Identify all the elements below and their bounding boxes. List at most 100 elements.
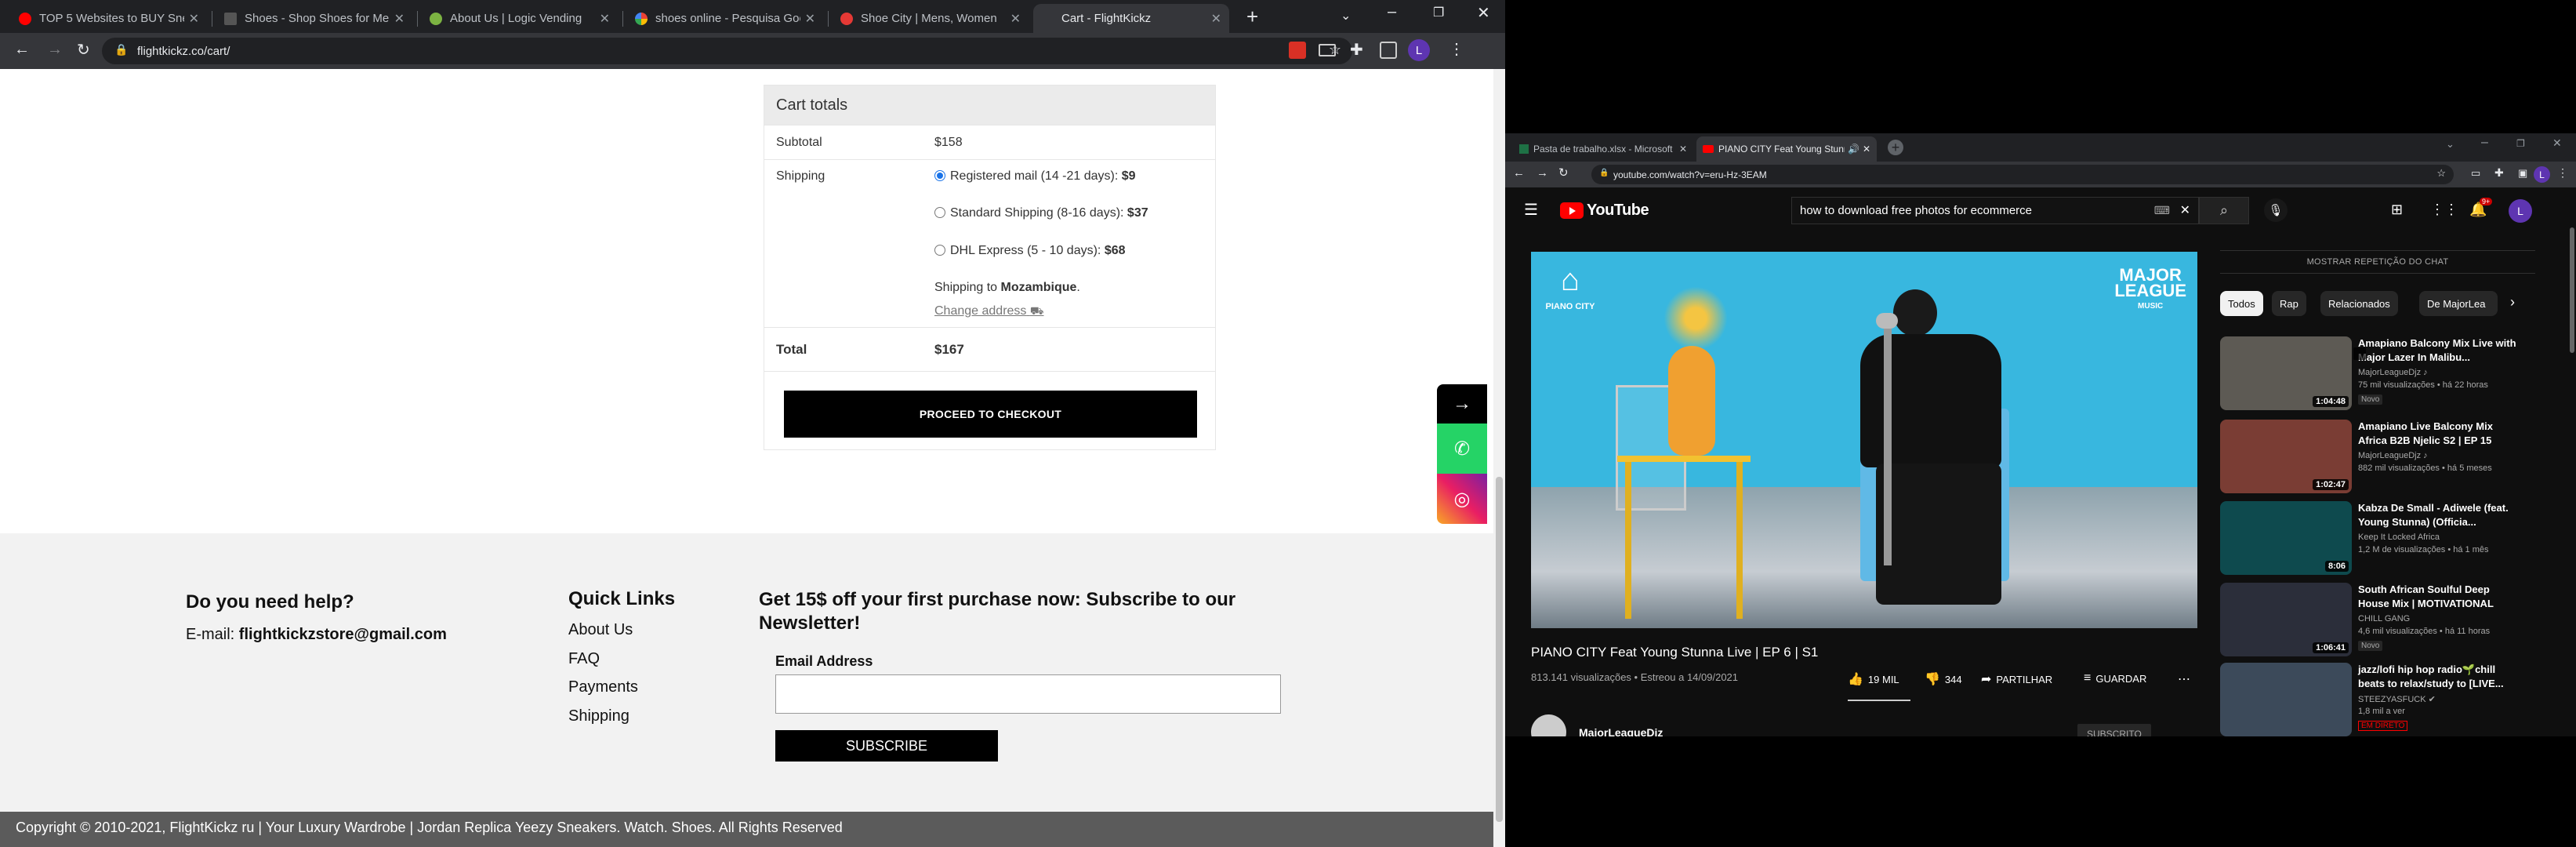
extensions-puzzle-icon[interactable]: ✚ <box>2494 166 2504 180</box>
video-player[interactable]: ⌂ PIANO CITY MAJOR LEAGUE MUSIC <box>1531 252 2197 628</box>
new-tab-button[interactable]: + <box>1888 140 1903 155</box>
media-icon[interactable]: ▣ <box>2518 167 2527 180</box>
recommendation-title[interactable]: Amapiano Live Balcony Mix Africa B2B Nje… <box>2358 420 2523 448</box>
video-thumbnail[interactable]: 1:04:48 <box>2220 336 2352 410</box>
whatsapp-icon[interactable]: ✆ <box>1437 424 1487 474</box>
youtube-logo[interactable]: YouTube <box>1560 202 1649 220</box>
extensions-puzzle-icon[interactable]: ✚ <box>1350 40 1363 60</box>
shipping-option-standard[interactable]: Standard Shipping (8-16 days): $37 <box>934 206 1148 220</box>
close-tab-icon[interactable]: ✕ <box>805 11 815 27</box>
newsletter-email-input[interactable] <box>775 674 1281 714</box>
close-tab-icon[interactable]: ✕ <box>600 11 610 27</box>
recommendation-title[interactable]: Amapiano Balcony Mix Live with Major Laz… <box>2358 336 2523 365</box>
recommendation-item[interactable]: 1:04:48 Amapiano Balcony Mix Live with M… <box>2220 336 2549 415</box>
tab-search-chevron-icon[interactable]: ⌄ <box>1341 8 1351 24</box>
forward-icon[interactable]: → <box>47 41 63 59</box>
menu-kebab-icon[interactable]: ⋮ <box>2557 166 2568 180</box>
minimize-icon[interactable]: – <box>1388 3 1396 21</box>
footer-link-shipping[interactable]: Shipping <box>568 707 629 725</box>
close-tab-icon[interactable]: ✕ <box>1863 144 1870 154</box>
recommendation-channel[interactable]: MajorLeagueDjz ♪ <box>2358 451 2428 460</box>
tab-cart-flightkickz[interactable]: Cart - FlightKickz ✕ <box>1033 4 1229 33</box>
restore-icon[interactable]: ❐ <box>2516 138 2525 149</box>
chip-all[interactable]: Todos <box>2220 291 2263 316</box>
more-actions-icon[interactable]: ⋯ <box>2178 671 2190 687</box>
video-thumbnail[interactable]: 1:06:41 <box>2220 583 2352 656</box>
proceed-to-checkout-button[interactable]: PROCEED TO CHECKOUT <box>784 391 1197 438</box>
recommendation-channel[interactable]: Keep It Locked Africa <box>2358 533 2440 542</box>
footer-link-payments[interactable]: Payments <box>568 678 638 696</box>
footer-link-about[interactable]: About Us <box>568 621 633 639</box>
share-button[interactable]: ➦ PARTILHAR <box>1981 671 2052 687</box>
page-scrollbar[interactable] <box>1493 69 1505 847</box>
recommendation-title[interactable]: Kabza De Small - Adiwele (feat. Young St… <box>2358 501 2523 529</box>
video-thumbnail[interactable]: 1:02:47 <box>2220 420 2352 493</box>
footer-link-faq[interactable]: FAQ <box>568 650 600 668</box>
recommendation-channel[interactable]: STEEZYASFUCK ✔ <box>2358 694 2436 704</box>
apps-grid-icon[interactable]: ⋮⋮ <box>2430 202 2458 218</box>
page-scrollbar[interactable] <box>2570 227 2574 353</box>
shipping-option-dhl[interactable]: DHL Express (5 - 10 days): $68 <box>934 244 1126 258</box>
recommendation-item[interactable]: jazz/lofi hip hop radio🌱chill beats to r… <box>2220 663 2549 736</box>
reload-icon[interactable]: ↻ <box>77 40 90 60</box>
like-button[interactable]: 👍 19 MIL <box>1848 671 1899 687</box>
clear-search-icon[interactable]: ✕ <box>2180 202 2190 218</box>
scrollbar-thumb[interactable] <box>1496 477 1503 822</box>
tab-youtube-video[interactable]: PIANO CITY Feat Young Stunn 🔊 ✕ <box>1696 136 1877 162</box>
recommendation-title[interactable]: jazz/lofi hip hop radio🌱chill beats to r… <box>2358 663 2523 691</box>
dislike-button[interactable]: 👎 344 <box>1925 671 1962 687</box>
email-link[interactable]: flightkickzstore@gmail.com <box>239 626 447 643</box>
restore-icon[interactable]: ❐ <box>1433 5 1444 20</box>
subscribe-button[interactable]: SUBSCRIBE <box>775 730 998 762</box>
search-input[interactable]: how to download free photos for ecommerc… <box>1791 197 2199 224</box>
new-tab-button[interactable]: + <box>1246 5 1258 29</box>
keyboard-icon[interactable]: ⌨ <box>2154 204 2170 217</box>
radio-selected[interactable] <box>934 170 945 181</box>
recommendation-title[interactable]: South African Soulful Deep House Mix | M… <box>2358 583 2523 611</box>
close-window-icon[interactable]: ✕ <box>2552 136 2562 150</box>
back-icon[interactable]: ← <box>1513 166 1525 180</box>
address-bar[interactable]: 🔒 flightkickz.co/cart/ ☆ <box>102 38 1352 64</box>
tab-logic-vending[interactable]: About Us | Logic Vending ✕ <box>422 4 618 33</box>
recommendation-item[interactable]: 1:06:41 South African Soulful Deep House… <box>2220 583 2549 661</box>
shipping-option-registered[interactable]: Registered mail (14 -21 days): $9 <box>934 169 1136 184</box>
subscribe-button[interactable]: SUBSCRITO <box>2077 724 2151 736</box>
close-window-icon[interactable]: ✕ <box>1477 3 1490 23</box>
bookmark-star-icon[interactable]: ☆ <box>2436 167 2446 180</box>
tab-shoes-shop[interactable]: Shoes - Shop Shoes for Men ✕ <box>216 4 412 33</box>
minimize-icon[interactable]: – <box>2481 136 2488 150</box>
channel-name[interactable]: MajorLeagueDjz <box>1579 726 1663 737</box>
close-tab-icon[interactable]: ✕ <box>394 11 405 27</box>
recommendation-channel[interactable]: MajorLeagueDjz ♪ <box>2358 368 2428 377</box>
reload-icon[interactable]: ↻ <box>1558 165 1569 180</box>
profile-avatar[interactable]: L <box>2534 166 2550 183</box>
tab-shoe-city[interactable]: Shoe City | Mens, Women ✕ <box>833 4 1029 33</box>
tab-youtube-sneakers[interactable]: TOP 5 Websites to BUY Snea ✕ <box>11 4 207 33</box>
radio-unselected[interactable] <box>934 207 945 218</box>
recommendation-channel[interactable]: CHILL GANG <box>2358 614 2410 623</box>
account-avatar[interactable]: L <box>2509 199 2532 223</box>
address-bar[interactable]: 🔒 youtube.com/watch?v=eru-Hz-3EAM ☆ <box>1591 165 2454 184</box>
tab-search-chevron-icon[interactable]: ⌄ <box>2446 138 2454 151</box>
close-tab-icon[interactable]: ✕ <box>1010 11 1021 27</box>
menu-kebab-icon[interactable]: ⋮ <box>1449 39 1464 59</box>
recommendation-item[interactable]: 1:02:47 Amapiano Live Balcony Mix Africa… <box>2220 420 2549 498</box>
video-thumbnail[interactable] <box>2220 663 2352 736</box>
microphone-icon[interactable]: 🎙 <box>2264 198 2288 222</box>
close-tab-icon[interactable]: ✕ <box>1211 11 1221 27</box>
chevron-right-icon[interactable]: › <box>2510 294 2515 311</box>
tab-google-search[interactable]: shoes online - Pesquisa Goo ✕ <box>627 4 823 33</box>
profile-avatar[interactable]: L <box>1408 39 1430 61</box>
back-icon[interactable]: ← <box>14 41 30 59</box>
show-chat-replay-button[interactable]: MOSTRAR REPETIÇÃO DO CHAT <box>2220 250 2535 274</box>
create-video-icon[interactable]: ⊞ <box>2391 202 2403 218</box>
close-tab-icon[interactable]: ✕ <box>189 11 199 27</box>
search-button[interactable]: ⌕ <box>2199 197 2249 224</box>
hamburger-menu-icon[interactable]: ☰ <box>1524 200 1538 220</box>
audio-playing-icon[interactable]: 🔊 <box>1848 144 1859 154</box>
instagram-icon[interactable]: ◎ <box>1437 474 1487 524</box>
pdf-extension-icon[interactable] <box>1289 42 1306 59</box>
chip-from-channel[interactable]: De MajorLea <box>2419 291 2498 316</box>
media-icon[interactable] <box>1380 42 1397 59</box>
extension-card-icon[interactable] <box>1319 44 1336 56</box>
